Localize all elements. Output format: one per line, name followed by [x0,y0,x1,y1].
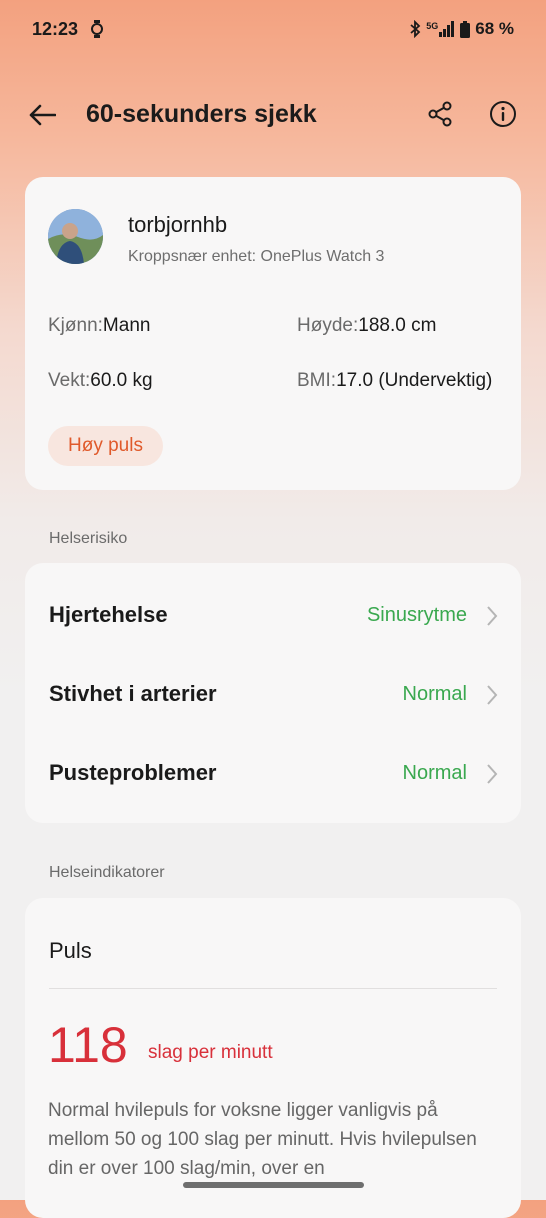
avatar[interactable] [48,209,103,264]
chevron-right-icon [487,685,498,705]
status-bar: 12:23 5G 68 % [0,0,546,60]
pulse-description: Normal hvilepuls for voksne ligger vanli… [48,1100,477,1179]
info-button[interactable] [486,97,520,131]
network-type: 5G [426,21,439,31]
pulse-title: Puls [49,938,92,963]
share-icon [428,101,452,127]
gender-stat: Kjønn:Mann [48,315,150,337]
bmi-value: 17.0 (Undervektig) [336,370,493,391]
gender-value: Mann [102,315,151,336]
section-label-indicators: Helseindikatorer [49,864,165,881]
username: torbjornhb [128,212,228,237]
app-bar: 60-sekunders sjekk [0,85,546,145]
risk-value: Normal [402,683,467,705]
device-name: Kroppsnær enhet: OnePlus Watch 3 [128,248,385,265]
height-label: Høyde: [297,315,359,336]
risk-name: Pusteproblemer [49,760,217,785]
risk-row-breathing[interactable]: Pusteproblemer Normal [25,743,521,803]
bmi-label: BMI: [297,370,337,391]
pulse-unit: slag per minutt [148,1042,273,1063]
profile-card: torbjornhb Kroppsnær enhet: OnePlus Watc… [25,177,521,490]
page-title: 60-sekunders sjekk [86,100,317,128]
status-badge[interactable]: Høy puls [48,426,163,466]
bluetooth-icon [409,20,421,38]
battery-level: 68 % [475,19,514,38]
share-button[interactable] [423,97,457,131]
status-indicators: 5G 68 % [409,19,514,39]
gender-label: Kjønn: [48,315,103,336]
home-indicator[interactable] [183,1182,364,1188]
pulse-value: 118 [48,1017,128,1073]
risk-row-heart[interactable]: Hjertehelse Sinusrytme [25,585,521,645]
battery-icon [460,20,471,38]
risk-value: Normal [402,762,467,784]
back-button[interactable] [26,99,58,131]
pulse-card: Puls 118 slag per minutt Normal hvilepul… [25,898,521,1218]
chevron-right-icon [487,606,498,626]
risk-name: Hjertehelse [49,602,168,627]
risk-value: Sinusrytme [366,604,467,626]
bmi-stat: BMI:17.0 (Undervektig) [297,370,492,392]
arrow-left-icon [29,104,56,126]
weight-value: 60.0 kg [90,370,153,391]
chevron-right-icon [487,764,498,784]
section-label-health-risk: Helserisiko [49,530,128,547]
weight-label: Vekt: [48,370,91,391]
height-value: 188.0 cm [358,315,437,336]
status-time: 12:23 [32,19,79,39]
risk-name: Stivhet i arterier [49,681,217,706]
divider [49,988,497,989]
height-stat: Høyde:188.0 cm [297,315,436,337]
risk-row-arteries[interactable]: Stivhet i arterier Normal [25,664,521,724]
health-risk-card: Hjertehelse Sinusrytme Stivhet i arterie… [25,563,521,823]
weight-stat: Vekt:60.0 kg [48,370,153,392]
watch-icon [91,20,103,38]
signal-icon: 5G [426,21,455,37]
info-icon [490,101,516,127]
